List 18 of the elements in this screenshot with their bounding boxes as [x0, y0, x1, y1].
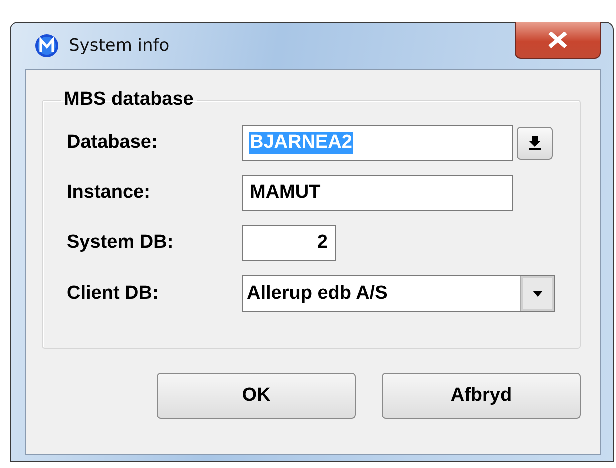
- field-label: Client DB:: [67, 282, 159, 304]
- field-label: System DB:: [67, 232, 174, 254]
- dropdown-button[interactable]: [520, 276, 554, 311]
- dialog-button[interactable]: Afbryd: [382, 373, 581, 419]
- number-field[interactable]: 2: [242, 225, 336, 261]
- close-icon: [547, 32, 569, 48]
- download-icon: [529, 136, 541, 150]
- instance-field[interactable]: MAMUT: [242, 175, 513, 211]
- close-button[interactable]: [515, 22, 601, 59]
- client-dropdown[interactable]: Allerup edb A/S: [242, 275, 555, 312]
- group-title: MBS database: [63, 89, 195, 111]
- caret-icon: [532, 290, 542, 296]
- field-label: Instance:: [67, 182, 150, 204]
- app-icon: [35, 34, 59, 58]
- window-title: System info: [69, 36, 170, 56]
- field-label: Database:: [67, 132, 158, 154]
- dialog-button[interactable]: OK: [157, 373, 356, 419]
- download-button[interactable]: [517, 126, 553, 160]
